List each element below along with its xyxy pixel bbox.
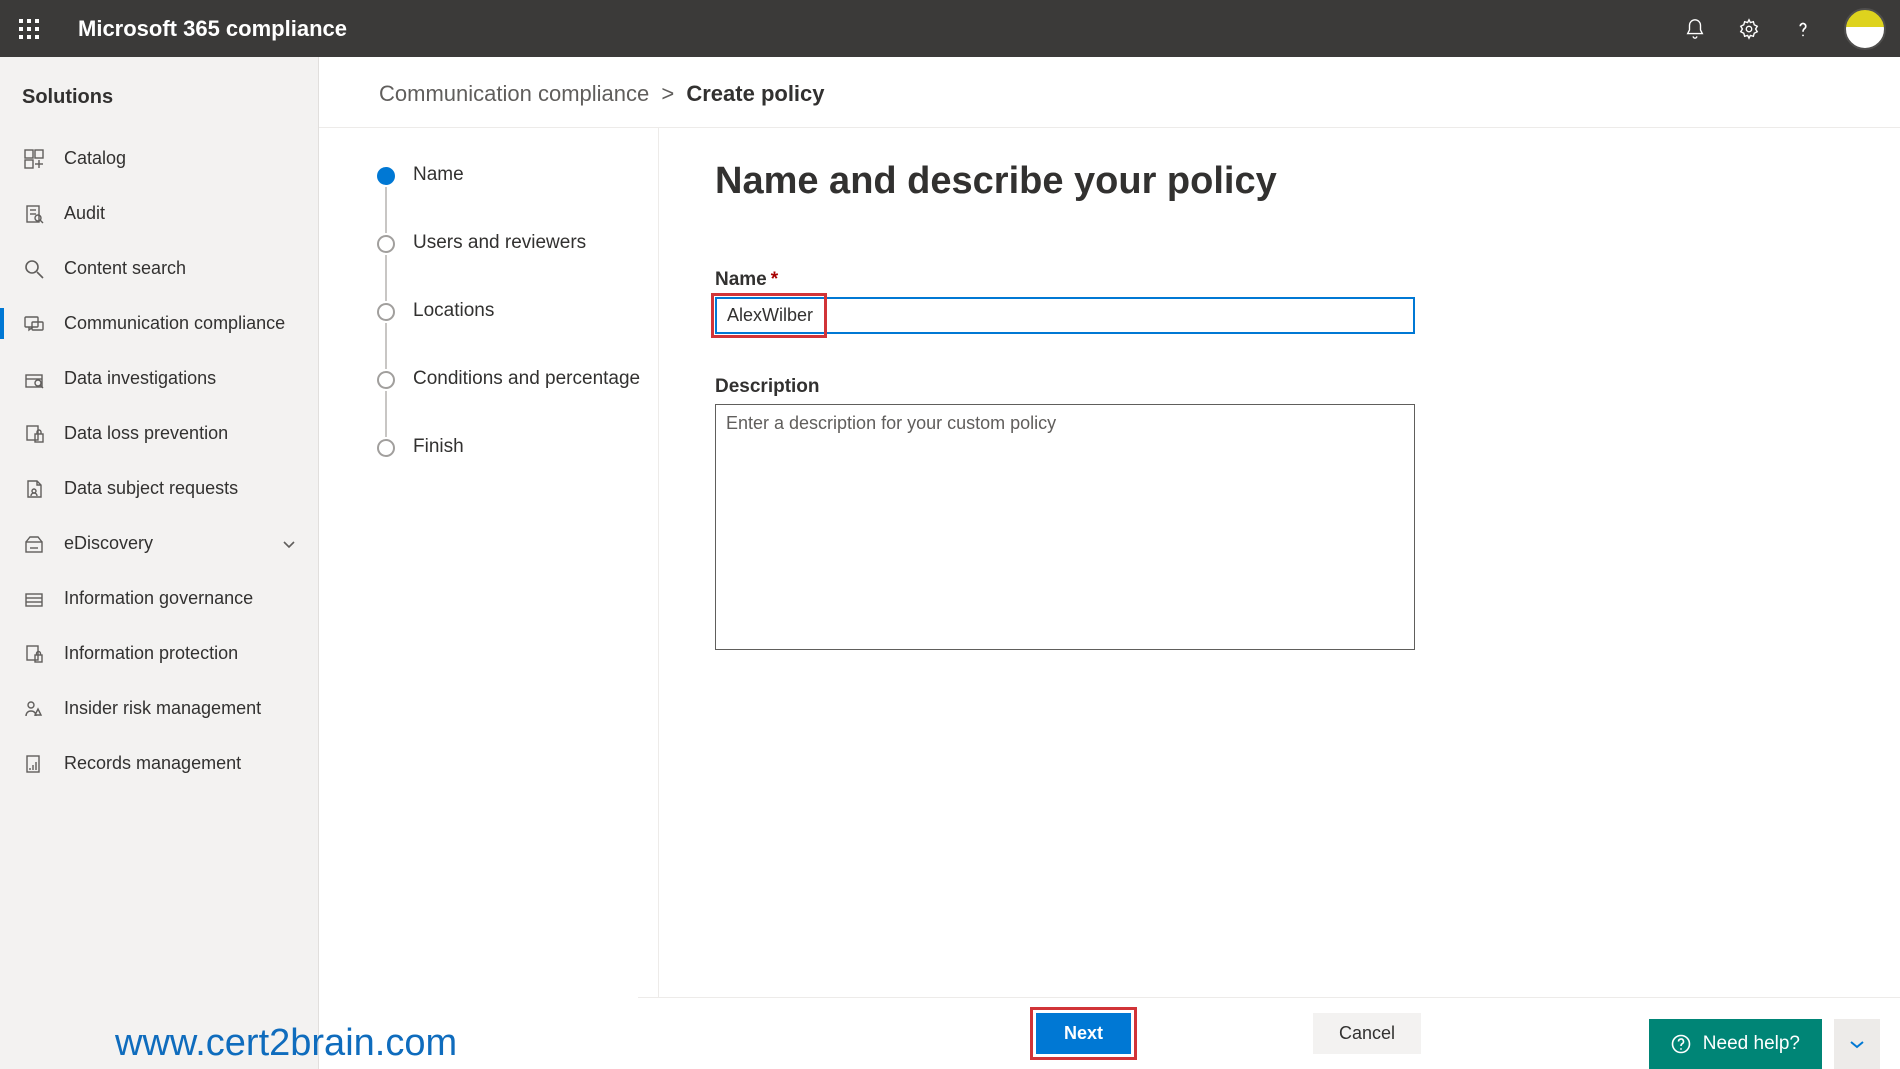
highlight-annotation: Next [1030, 1007, 1137, 1060]
records-icon [22, 752, 46, 776]
chevron-down-icon [282, 537, 296, 551]
communication-icon [22, 312, 46, 336]
nav-label: Records management [64, 753, 241, 774]
nav-audit[interactable]: Audit [0, 186, 318, 241]
nav-content-search[interactable]: Content search [0, 241, 318, 296]
nav-data-investigations[interactable]: Data investigations [0, 351, 318, 406]
nav-label: Content search [64, 258, 186, 279]
notifications-icon[interactable] [1682, 16, 1708, 42]
page-title: Name and describe your policy [715, 160, 1870, 203]
governance-icon [22, 587, 46, 611]
wizard-steps: Name Users and reviewers Locations Condi… [319, 128, 659, 1069]
step-locations[interactable]: Locations [377, 299, 658, 367]
policy-description-input[interactable] [715, 404, 1415, 650]
nav-label: Data investigations [64, 368, 216, 389]
nav-records-management[interactable]: Records management [0, 736, 318, 791]
need-help-button[interactable]: Need help? [1649, 1019, 1822, 1069]
nav-information-governance[interactable]: Information governance [0, 571, 318, 626]
step-label: Users and reviewers [413, 231, 586, 254]
wizard-footer: Next Cancel Need help? [638, 997, 1900, 1069]
nav-label: Catalog [64, 148, 126, 169]
description-label: Description [715, 376, 1870, 398]
name-label: Name* [715, 269, 1870, 291]
breadcrumb-separator: > [661, 81, 674, 106]
nav-label: Data loss prevention [64, 423, 228, 444]
step-label: Locations [413, 299, 494, 322]
nav-insider-risk[interactable]: Insider risk management [0, 681, 318, 736]
help-circle-icon [1671, 1034, 1691, 1054]
step-label: Finish [413, 435, 464, 458]
nav-label: Audit [64, 203, 105, 224]
cancel-button[interactable]: Cancel [1313, 1013, 1421, 1054]
main-content: Communication compliance > Create policy… [319, 57, 1900, 1069]
step-marker-icon [377, 371, 395, 389]
step-label: Conditions and percentage [413, 367, 640, 390]
audit-icon [22, 202, 46, 226]
step-marker-icon [377, 235, 395, 253]
need-help-label: Need help? [1703, 1033, 1800, 1055]
settings-icon[interactable] [1736, 16, 1762, 42]
dlp-icon [22, 422, 46, 446]
protection-icon [22, 642, 46, 666]
nav-label: Insider risk management [64, 698, 261, 719]
nav-label: eDiscovery [64, 533, 153, 554]
required-marker: * [771, 269, 778, 290]
nav-label: Communication compliance [64, 313, 285, 334]
investigations-icon [22, 367, 46, 391]
breadcrumb: Communication compliance > Create policy [319, 57, 1900, 128]
step-finish[interactable]: Finish [377, 435, 658, 465]
policy-name-input[interactable] [715, 297, 1415, 334]
sidebar: Solutions Catalog Audit Content search C… [0, 57, 319, 1069]
step-marker-icon [377, 439, 395, 457]
nav-data-subject-requests[interactable]: Data subject requests [0, 461, 318, 516]
next-button[interactable]: Next [1036, 1013, 1131, 1054]
form: Name and describe your policy Name* Desc… [659, 128, 1900, 1069]
breadcrumb-parent[interactable]: Communication compliance [379, 81, 649, 106]
step-name[interactable]: Name [377, 163, 658, 231]
step-users-reviewers[interactable]: Users and reviewers [377, 231, 658, 299]
breadcrumb-current: Create policy [686, 81, 824, 106]
help-icon[interactable] [1790, 16, 1816, 42]
top-header: Microsoft 365 compliance [0, 0, 1900, 57]
dsr-icon [22, 477, 46, 501]
app-title: Microsoft 365 compliance [78, 16, 1682, 42]
user-avatar[interactable] [1844, 8, 1886, 50]
step-marker-icon [377, 303, 395, 321]
catalog-icon [22, 147, 46, 171]
nav-information-protection[interactable]: Information protection [0, 626, 318, 681]
ediscovery-icon [22, 532, 46, 556]
sidebar-heading: Solutions [0, 72, 318, 131]
nav-ediscovery[interactable]: eDiscovery [0, 516, 318, 571]
nav-label: Information protection [64, 643, 238, 664]
nav-catalog[interactable]: Catalog [0, 131, 318, 186]
nav-label: Data subject requests [64, 478, 238, 499]
expand-chevron-button[interactable] [1834, 1019, 1880, 1069]
insider-risk-icon [22, 697, 46, 721]
nav-label: Information governance [64, 588, 253, 609]
step-conditions[interactable]: Conditions and percentage [377, 367, 658, 435]
step-marker-icon [377, 167, 395, 185]
nav-data-loss-prevention[interactable]: Data loss prevention [0, 406, 318, 461]
step-label: Name [413, 163, 464, 186]
nav-communication-compliance[interactable]: Communication compliance [0, 296, 318, 351]
app-launcher-icon[interactable] [10, 10, 48, 48]
search-icon [22, 257, 46, 281]
